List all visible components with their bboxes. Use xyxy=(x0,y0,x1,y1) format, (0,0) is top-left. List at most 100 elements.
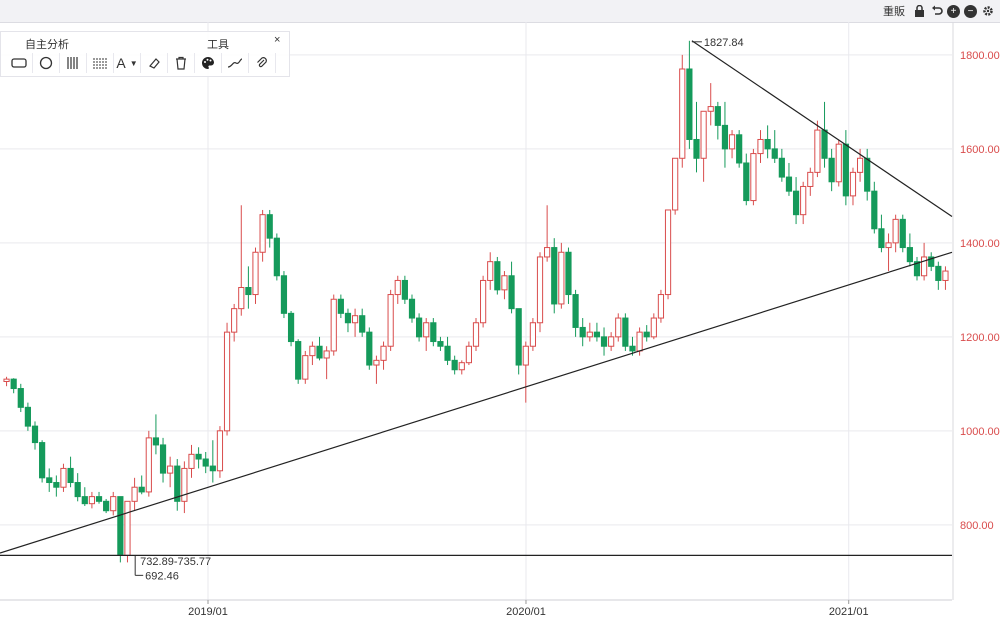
candle-body xyxy=(67,467,74,484)
candle-body xyxy=(394,279,401,296)
candle-body xyxy=(508,275,515,310)
dropdown-arrow-icon[interactable]: ▼ xyxy=(130,59,138,68)
candle-body xyxy=(494,261,501,291)
candle-body xyxy=(181,467,188,502)
top-toolbar-buttons: 重販 + − xyxy=(883,3,994,19)
candle-body xyxy=(935,265,942,281)
candle-body xyxy=(650,317,657,338)
candle-body xyxy=(159,444,167,474)
candle-body xyxy=(88,496,96,505)
undo-icon[interactable] xyxy=(930,5,943,18)
horizontal-lines-tool[interactable] xyxy=(87,53,114,73)
candle-body xyxy=(579,326,586,338)
reset-label[interactable]: 重販 xyxy=(883,3,905,19)
settings-icon[interactable] xyxy=(981,5,994,18)
candle-body xyxy=(145,437,152,493)
resistance-trendline xyxy=(691,40,953,218)
palette-tool[interactable] xyxy=(195,53,222,73)
rectangle-tool[interactable] xyxy=(6,53,33,73)
candle-body xyxy=(266,214,273,239)
candle-body xyxy=(593,331,601,338)
candle-body xyxy=(74,482,81,498)
y-tick-label: 800.00 xyxy=(960,520,994,532)
text-icon: A xyxy=(116,55,126,71)
candle-body xyxy=(373,359,380,366)
support-trendline xyxy=(0,251,953,554)
candle-body xyxy=(921,256,928,277)
attach-tool[interactable] xyxy=(249,53,276,73)
candle-body xyxy=(152,437,160,446)
grid xyxy=(0,22,952,600)
candle-body xyxy=(750,153,757,202)
candle-body xyxy=(551,247,558,305)
candle-body xyxy=(643,331,650,338)
candle-body xyxy=(259,214,266,253)
candle-body xyxy=(231,308,238,333)
candle-body xyxy=(3,378,10,382)
candle-body xyxy=(835,143,842,183)
trash-tool[interactable] xyxy=(168,53,195,73)
zoom-out-icon[interactable]: − xyxy=(964,4,977,18)
vertical-lines-icon xyxy=(67,57,78,69)
candle-body xyxy=(487,261,494,281)
top-toolbar: 重販 + − xyxy=(0,0,1000,23)
candle-body xyxy=(864,157,871,192)
candlestick-chart[interactable]: 800.00 1000.00 1200.00 1400.00 1600.00 1800.0… xyxy=(0,22,1000,618)
candle-body xyxy=(60,467,67,488)
candle-body xyxy=(238,287,245,310)
candle-body xyxy=(664,209,672,296)
candle-body xyxy=(444,345,451,361)
close-icon[interactable]: × xyxy=(274,34,280,46)
candle-body xyxy=(110,496,117,512)
candle-body xyxy=(657,294,665,319)
text-tool[interactable]: A ▼ xyxy=(114,53,141,73)
candle-body xyxy=(359,315,366,333)
candle-body xyxy=(366,331,373,366)
level-label: 732.89-735.77 xyxy=(140,556,211,568)
candle-body xyxy=(842,143,849,197)
candle-body xyxy=(792,190,800,216)
candle-body xyxy=(906,247,913,263)
candle-body xyxy=(785,176,793,192)
candle-body xyxy=(544,247,551,258)
candle-body xyxy=(24,406,31,427)
candle-body xyxy=(401,279,408,300)
candle-body xyxy=(387,294,394,347)
candle-body xyxy=(871,190,878,230)
candle-body xyxy=(565,251,572,296)
palette-icon xyxy=(202,56,214,69)
zoom-in-icon[interactable]: + xyxy=(947,4,960,18)
candle-body xyxy=(117,496,124,556)
candle-body xyxy=(344,312,352,324)
horizontal-lines-icon xyxy=(93,58,107,69)
candle-body xyxy=(408,298,416,319)
eraser-tool[interactable] xyxy=(141,53,168,73)
attach-icon xyxy=(257,57,267,68)
candle-body xyxy=(529,322,537,347)
candle-body xyxy=(856,157,864,173)
candle-body xyxy=(430,322,437,343)
analysis-toolbox: 自主分析 工具 × A ▼ xyxy=(0,31,290,77)
drawing-tools: A ▼ xyxy=(6,53,276,73)
candle-body xyxy=(686,68,693,140)
circle-tool[interactable] xyxy=(33,53,60,73)
circle-icon xyxy=(39,56,53,70)
candle-body xyxy=(558,251,565,305)
candle-body xyxy=(167,465,174,474)
candle-body xyxy=(302,355,309,380)
candle-body xyxy=(17,388,24,408)
candle-body xyxy=(600,336,608,347)
candle-body xyxy=(849,171,857,197)
lock-icon[interactable] xyxy=(913,5,926,18)
candle-body xyxy=(622,317,629,347)
candle-body xyxy=(31,425,39,444)
candle-body xyxy=(309,345,316,357)
x-tick-label: 2020/01 xyxy=(506,606,546,618)
line-style-tool[interactable] xyxy=(222,53,249,73)
candle-body xyxy=(223,331,231,432)
vertical-lines-tool[interactable] xyxy=(60,53,87,73)
candle-body xyxy=(743,162,750,202)
candle-body xyxy=(807,171,814,187)
y-axis: 800.00 1000.00 1200.00 1400.00 1600.00 1800.0… xyxy=(952,22,1000,600)
candle-body xyxy=(103,500,110,512)
